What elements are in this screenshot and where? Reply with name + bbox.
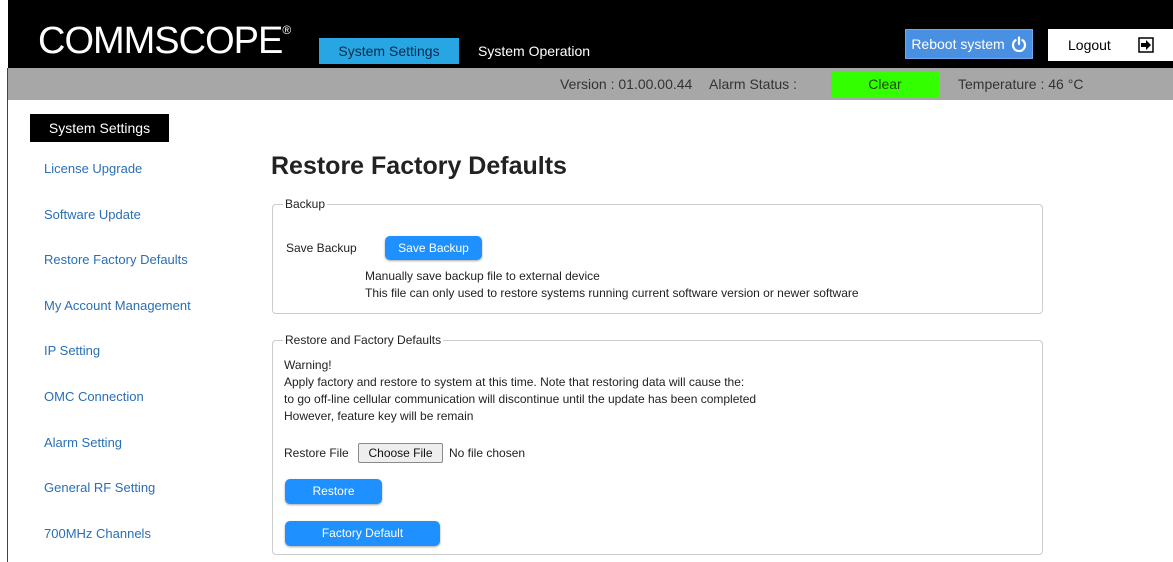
sidebar-item-license-upgrade[interactable]: License Upgrade (44, 160, 142, 178)
reboot-label: Reboot system (911, 36, 1005, 52)
alarm-status-label: Alarm Status : (709, 76, 797, 92)
sidebar-item-my-account-management[interactable]: My Account Management (44, 297, 191, 315)
power-icon (1011, 36, 1026, 52)
left-border (7, 68, 8, 562)
backup-note-1: Manually save backup file to external de… (365, 269, 600, 283)
restore-file-label: Restore File (284, 446, 349, 460)
restore-button[interactable]: Restore (285, 479, 382, 504)
warning-line-1: Apply factory and restore to system at t… (284, 375, 745, 389)
sidebar-title: System Settings (30, 114, 169, 142)
sidebar-item-software-update[interactable]: Software Update (44, 206, 141, 224)
sidebar-item-700mhz-channels[interactable]: 700MHz Channels (44, 525, 151, 543)
logout-icon (1138, 37, 1154, 53)
sidebar-item-alarm-setting[interactable]: Alarm Setting (44, 434, 122, 452)
save-backup-label: Save Backup (286, 241, 357, 255)
warning-line-3: However, feature key will be remain (284, 409, 474, 423)
top-header: COMMSCOPE® System Settings System Operat… (8, 0, 1173, 68)
no-file-chosen-text: No file chosen (449, 446, 526, 460)
version-text: Version : 01.00.00.44 (560, 76, 693, 92)
backup-note-2: This file can only used to restore syste… (365, 286, 859, 300)
logo-text: COMMSCOPE (38, 20, 283, 62)
sidebar-item-omc-connection[interactable]: OMC Connection (44, 388, 144, 406)
logout-button[interactable]: Logout (1048, 29, 1173, 61)
warning-line-2: to go off-line cellular communication wi… (284, 392, 757, 406)
reboot-system-button[interactable]: Reboot system (905, 29, 1033, 59)
sidebar-item-ip-setting[interactable]: IP Setting (44, 342, 100, 360)
save-backup-button[interactable]: Save Backup (385, 236, 482, 260)
page-title: Restore Factory Defaults (271, 152, 567, 180)
tab-system-settings[interactable]: System Settings (319, 38, 459, 64)
warning-text: Warning! (284, 358, 332, 372)
sidebar-item-restore-factory-defaults[interactable]: Restore Factory Defaults (44, 251, 188, 269)
factory-default-button[interactable]: Factory Default (285, 521, 440, 546)
sidebar-item-general-rf-setting[interactable]: General RF Setting (44, 479, 155, 497)
logout-label: Logout (1068, 37, 1111, 53)
restore-legend: Restore and Factory Defaults (285, 333, 442, 347)
registered-mark: ® (282, 23, 291, 37)
alarm-status-badge: Clear (831, 71, 939, 98)
commscope-logo: COMMSCOPE® (38, 20, 291, 62)
choose-file-button[interactable]: Choose File (358, 443, 443, 463)
backup-legend: Backup (285, 197, 326, 211)
tab-system-operation[interactable]: System Operation (466, 38, 602, 64)
temperature-text: Temperature : 46 °C (958, 76, 1084, 92)
status-bar: Version : 01.00.00.44 Alarm Status : Cle… (8, 68, 1173, 100)
